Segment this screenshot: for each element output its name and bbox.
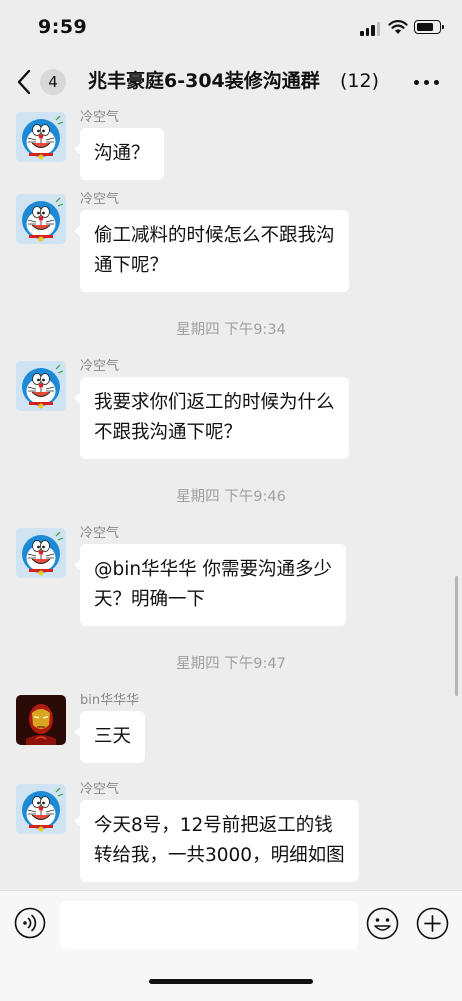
more-dot-icon	[414, 80, 419, 85]
message-timestamp: 星期四 下午9:34	[176, 322, 286, 338]
status-bar: 9:59	[0, 0, 462, 56]
doraemon-avatar[interactable]	[16, 784, 66, 834]
voice-icon[interactable]	[14, 907, 46, 939]
member-count: (12)	[340, 70, 380, 92]
message-timestamp: 星期四 下午9:47	[176, 656, 286, 672]
message-text-line: 天？明确一下	[94, 589, 206, 610]
doraemon-avatar[interactable]	[16, 112, 66, 162]
sender-name: 冷空气	[80, 192, 120, 207]
message-text-line: 我要求你们返工的时候为什么	[94, 392, 335, 413]
more-dot-icon	[424, 80, 429, 85]
doraemon-avatar[interactable]	[16, 361, 66, 411]
message-text-line: 偷工减料的时候怎么不跟我沟	[94, 225, 335, 246]
message-bubble[interactable]: 我要求你们返工的时候为什么 不跟我沟通下呢？	[74, 377, 349, 459]
chat-header: 4 兆丰豪庭6-304装修沟通群 (12)	[0, 56, 462, 106]
message-input-bar	[0, 890, 462, 1001]
message-text: 三天	[94, 726, 132, 747]
sender-name: 冷空气	[80, 359, 120, 374]
sender-name: 冷空气	[80, 526, 120, 541]
sender-name: 冷空气	[80, 110, 120, 125]
scrollbar[interactable]	[455, 576, 458, 696]
message-text-line: 不跟我沟通下呢？	[94, 422, 243, 443]
sender-name: 冷空气	[80, 782, 120, 797]
status-time: 9:59	[38, 16, 88, 38]
message-text-line: 今天8号，12号前把返工的钱	[94, 815, 333, 836]
message-bubble[interactable]: 偷工减料的时候怎么不跟我沟 通下呢？	[74, 210, 349, 292]
chat-message-list[interactable]: 冷空气 沟通？ 冷空气 偷工减料的时候怎么不跟我沟 通下呢？ 星期四 下午9:3…	[0, 106, 462, 890]
sender-name: bin华华华	[80, 693, 140, 708]
chevron-left-icon	[17, 69, 31, 95]
emoji-icon[interactable]	[366, 907, 399, 940]
message-bubble[interactable]: @bin华华华 你需要沟通多少 天？明确一下	[74, 544, 346, 626]
message-bubble[interactable]: 三天	[73, 711, 146, 763]
message-text-line: 转给我，一共3000，明细如图	[94, 845, 345, 866]
message-input[interactable]	[60, 901, 358, 949]
battery-icon	[414, 20, 444, 34]
wifi-icon	[388, 20, 408, 34]
home-indicator[interactable]	[149, 979, 313, 984]
message-bubble[interactable]: 今天8号，12号前把返工的钱 转给我，一共3000，明细如图	[74, 800, 359, 882]
cellular-signal-icon	[360, 22, 382, 36]
message-timestamp: 星期四 下午9:46	[176, 489, 286, 505]
more-options-button[interactable]	[414, 80, 440, 86]
doraemon-avatar[interactable]	[16, 194, 66, 244]
doraemon-avatar[interactable]	[16, 528, 66, 578]
message-bubble[interactable]: 沟通？	[74, 128, 164, 180]
more-dot-icon	[434, 80, 439, 85]
chat-title: 兆丰豪庭6-304装修沟通群	[88, 70, 320, 92]
iron-man-avatar[interactable]	[16, 695, 66, 745]
plus-icon[interactable]	[416, 907, 449, 940]
message-text: 沟通？	[94, 143, 150, 164]
unread-count-badge: 4	[40, 69, 66, 95]
back-button[interactable]: 4	[16, 68, 76, 96]
message-text-line: 通下呢？	[94, 255, 169, 276]
message-text-line: @bin华华华 你需要沟通多少	[94, 559, 332, 580]
